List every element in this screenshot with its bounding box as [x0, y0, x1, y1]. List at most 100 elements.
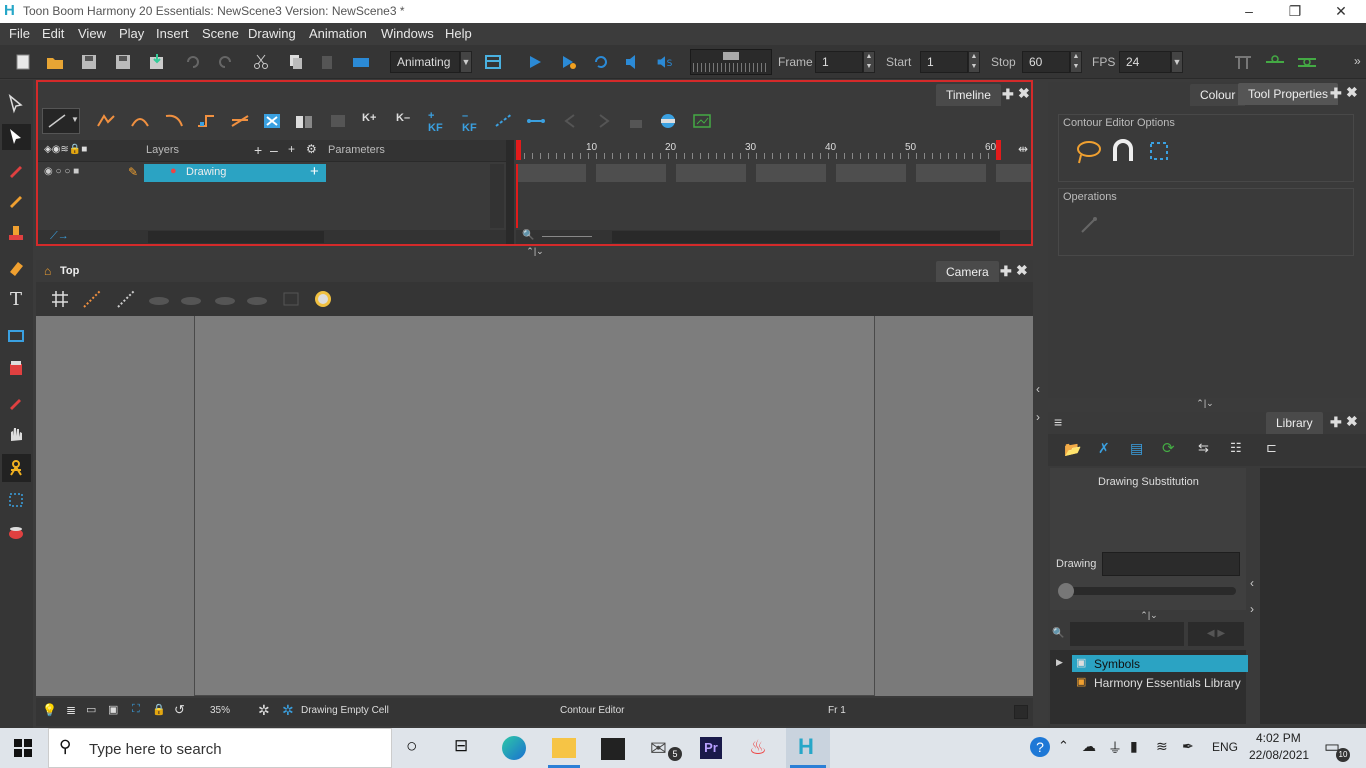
menu-windows[interactable]: Windows	[381, 26, 434, 41]
tree-item-symbols[interactable]: ▣ Symbols	[1072, 655, 1248, 672]
stop-spinner[interactable]: ▲ ▼	[1070, 51, 1082, 73]
layer-stack-icon[interactable]: ≣	[66, 703, 76, 717]
smooth-operation-icon[interactable]	[1079, 215, 1099, 235]
settings-gear-icon[interactable]: ✲	[258, 702, 270, 719]
render-preview-icon[interactable]: ▣	[108, 703, 118, 716]
add-peg-icon[interactable]: +	[288, 142, 295, 156]
usb-icon[interactable]: ⏚	[1108, 738, 1122, 758]
pen-icon[interactable]: ✒	[1182, 738, 1194, 755]
taskbar-search-box[interactable]: ⚲ Type here to search	[48, 728, 392, 768]
smooth-icon[interactable]	[130, 112, 150, 130]
library-close-view-icon[interactable]: ✖	[1346, 413, 1358, 430]
redo-icon[interactable]	[216, 53, 234, 71]
task-view-icon[interactable]: ⊟	[454, 736, 468, 756]
library-new-symbol-icon[interactable]: ✗	[1098, 440, 1110, 457]
pot-tool-icon[interactable]	[6, 522, 26, 542]
menu-insert[interactable]: Insert	[156, 26, 189, 41]
lasso-select-icon[interactable]	[1075, 139, 1103, 165]
status-checkbox[interactable]	[1014, 705, 1028, 719]
tp-collapse-splitter-icon[interactable]: ⌃|⌄	[1180, 398, 1230, 410]
curve-icon[interactable]	[164, 112, 184, 130]
tp-add-view-icon[interactable]: ✚	[1330, 85, 1342, 102]
battery-icon[interactable]: ▮	[1130, 738, 1138, 755]
menu-play[interactable]: Play	[119, 26, 144, 41]
stroke-icon[interactable]	[230, 112, 250, 130]
rectangle-tool-icon[interactable]	[6, 326, 26, 346]
marquee-select-icon[interactable]	[1147, 139, 1171, 163]
camera-add-view-icon[interactable]: ✚	[1000, 263, 1012, 280]
deformer-icon[interactable]	[1232, 53, 1254, 71]
tab-timeline[interactable]: Timeline	[936, 84, 1001, 106]
onedrive-icon[interactable]: ☁	[1082, 738, 1096, 755]
library-search-input[interactable]	[1070, 622, 1184, 646]
add-view-icon[interactable]: ✚	[1002, 86, 1014, 103]
add-layer-icon[interactable]: +	[254, 142, 262, 158]
store-icon[interactable]	[601, 738, 625, 760]
cortana-icon[interactable]: ○	[406, 736, 417, 758]
layers-vertical-scrollbar[interactable]	[490, 164, 504, 228]
library-new-folder-icon[interactable]: ▤	[1130, 440, 1143, 457]
onion-skin-next-icon[interactable]	[116, 289, 136, 309]
frames-scroll-track[interactable]	[612, 231, 1000, 243]
zoom-timeline-icon[interactable]: 🔍	[522, 230, 534, 241]
library-details-icon[interactable]: ⊏	[1266, 440, 1277, 456]
paint-tool-icon[interactable]	[6, 358, 26, 378]
language-indicator[interactable]: ENG	[1212, 740, 1238, 754]
transform-tool-icon[interactable]	[6, 490, 26, 510]
grid-icon[interactable]	[50, 289, 70, 309]
sound-icon[interactable]	[624, 53, 642, 71]
show-strokes-icon[interactable]	[214, 289, 236, 309]
frame-field[interactable]: 1	[815, 51, 863, 73]
group-icon[interactable]	[328, 112, 348, 130]
interpolation-icon[interactable]	[526, 112, 546, 130]
overlay-layer-icon[interactable]	[246, 289, 268, 309]
new-scene-icon[interactable]	[14, 53, 32, 71]
copy-icon[interactable]	[286, 53, 304, 71]
camera-viewport[interactable]	[36, 316, 1033, 696]
home-icon[interactable]: ⌂	[44, 264, 51, 278]
lock-keyframe-icon[interactable]	[626, 112, 646, 130]
curve-deform-icon[interactable]	[1296, 53, 1318, 71]
menu-help[interactable]: Help	[445, 26, 472, 41]
tab-library[interactable]: Library	[1266, 412, 1323, 434]
paste-icon[interactable]	[318, 53, 336, 71]
library-list-view-icon[interactable]: ☷	[1230, 440, 1242, 456]
layer-row[interactable]: ◉ ○ ○ ■ ✎ ● Drawing +	[38, 163, 506, 182]
playhead-stop-marker[interactable]	[996, 140, 1001, 160]
tp-close-view-icon[interactable]: ✖	[1346, 84, 1358, 101]
menu-drawing[interactable]: Drawing	[248, 26, 296, 41]
camera-mask-icon[interactable]: ⛶	[132, 703, 140, 716]
enable-all-icon[interactable]: ◈◉≋🔒■	[44, 144, 87, 155]
flip-icon[interactable]	[294, 112, 314, 130]
layer-expand-icon[interactable]: +	[310, 163, 319, 180]
layers-scroll-track[interactable]	[148, 231, 324, 243]
frames-horizontal-scrollbar[interactable]: 🔍	[516, 230, 1031, 244]
breadcrumb-top[interactable]: Top	[60, 265, 79, 277]
start-field[interactable]: 1	[920, 51, 968, 73]
layer-name-cell[interactable]: ● Drawing +	[144, 163, 326, 182]
library-add-view-icon[interactable]: ✚	[1330, 414, 1342, 431]
library-search-nav[interactable]: ◀ ▶	[1188, 622, 1244, 646]
magnet-icon[interactable]	[1111, 139, 1135, 165]
tab-camera[interactable]: Camera	[936, 261, 999, 283]
stamp-tool-icon[interactable]	[6, 224, 26, 244]
frame-ruler[interactable]: 10 20 30 40 50 60 ⇹	[516, 140, 1031, 162]
menu-view[interactable]: View	[78, 26, 106, 41]
timeline-splitter[interactable]	[506, 140, 514, 244]
start-spinner[interactable]: ▲ ▼	[968, 51, 980, 73]
lasso-icon[interactable]	[96, 112, 116, 130]
layer-tool-icon[interactable]: ⟋→	[50, 230, 69, 243]
restore-button[interactable]: ❐	[1272, 0, 1318, 23]
onion-skin-previous-icon[interactable]	[82, 289, 102, 309]
tree-expand-icon[interactable]: ▶	[1056, 657, 1063, 668]
save-as-icon[interactable]	[114, 53, 132, 71]
camera-close-view-icon[interactable]: ✖	[1016, 262, 1028, 279]
brush-tool-icon[interactable]	[6, 160, 26, 180]
frame-cells-row[interactable]	[516, 164, 1031, 182]
menu-edit[interactable]: Edit	[42, 26, 64, 41]
playhead-start-marker[interactable]	[516, 140, 521, 160]
prev-keyframe-icon[interactable]	[560, 112, 580, 130]
menu-animation[interactable]: Animation	[309, 26, 367, 41]
safe-area-icon[interactable]: ▭	[86, 703, 96, 716]
library-expand-icon[interactable]: ›	[1250, 602, 1254, 616]
